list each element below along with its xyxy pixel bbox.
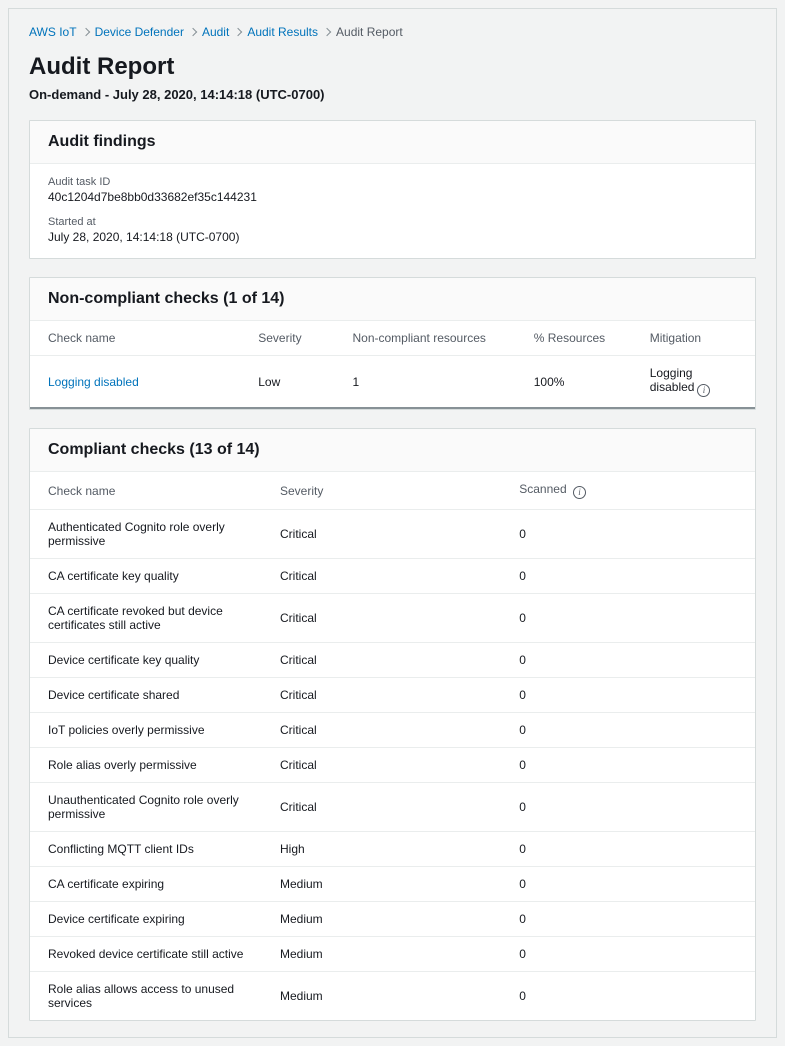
breadcrumb-link[interactable]: Audit [202, 25, 229, 39]
col-scanned-label: Scanned [519, 482, 566, 496]
severity-cell: Medium [262, 902, 501, 937]
severity-cell: Critical [262, 783, 501, 832]
severity-cell: Critical [262, 594, 501, 643]
check-name-link[interactable]: Logging disabled [48, 375, 139, 389]
table-row: Role alias overly permissiveCritical0 [30, 748, 755, 783]
scanned-cell: 0 [501, 783, 755, 832]
col-severity[interactable]: Severity [262, 472, 501, 510]
col-mitigation[interactable]: Mitigation [632, 321, 755, 356]
scanned-cell: 0 [501, 902, 755, 937]
table-row: Device certificate key qualityCritical0 [30, 643, 755, 678]
col-pct[interactable]: % Resources [516, 321, 632, 356]
info-icon[interactable]: i [573, 486, 586, 499]
page-root: AWS IoT Device Defender Audit Audit Results… [8, 8, 777, 1038]
severity-cell: Critical [262, 559, 501, 594]
chevron-right-icon [190, 25, 196, 39]
check-name-cell: CA certificate key quality [30, 559, 262, 594]
chevron-right-icon [324, 25, 330, 39]
breadcrumb-link[interactable]: Device Defender [95, 25, 184, 39]
severity-cell: Critical [262, 678, 501, 713]
check-name-cell: Revoked device certificate still active [30, 937, 262, 972]
table-row: IoT policies overly permissiveCritical0 [30, 713, 755, 748]
scanned-cell: 0 [501, 832, 755, 867]
check-name-cell: Role alias overly permissive [30, 748, 262, 783]
scanned-cell: 0 [501, 972, 755, 1021]
started-at-label: Started at [48, 216, 737, 228]
chevron-right-icon [235, 25, 241, 39]
mitigation-text: Logging disabled [650, 366, 695, 394]
audit-findings-card: Audit findings Audit task ID 40c1204d7be… [29, 120, 756, 259]
breadcrumb-link[interactable]: AWS IoT [29, 25, 77, 39]
table-row: Role alias allows access to unused servi… [30, 972, 755, 1021]
breadcrumb-current: Audit Report [336, 25, 403, 39]
scanned-cell: 0 [501, 713, 755, 748]
scanned-cell: 0 [501, 594, 755, 643]
noncompliant-table: Check name Severity Non-compliant resour… [30, 321, 755, 409]
compliant-heading: Compliant checks (13 of 14) [48, 441, 737, 459]
page-title: Audit Report [29, 53, 756, 81]
col-severity[interactable]: Severity [240, 321, 334, 356]
chevron-right-icon [83, 25, 89, 39]
table-row: Authenticated Cognito role overly permis… [30, 510, 755, 559]
check-name-cell: Role alias allows access to unused servi… [30, 972, 262, 1021]
started-at-value: July 28, 2020, 14:14:18 (UTC-0700) [48, 230, 737, 244]
task-id-field: Audit task ID 40c1204d7be8bb0d33682ef35c… [48, 176, 737, 204]
col-check-name[interactable]: Check name [30, 321, 240, 356]
table-row: CA certificate key qualityCritical0 [30, 559, 755, 594]
page-subtitle: On-demand - July 28, 2020, 14:14:18 (UTC… [29, 87, 756, 102]
severity-cell: Low [240, 356, 334, 409]
compliant-card: Compliant checks (13 of 14) Check name S… [29, 428, 756, 1021]
severity-cell: Medium [262, 972, 501, 1021]
check-name-cell: CA certificate revoked but device certif… [30, 594, 262, 643]
scanned-cell: 0 [501, 510, 755, 559]
col-resources[interactable]: Non-compliant resources [335, 321, 516, 356]
table-row: Logging disabled Low1100% Logging disabled… [30, 356, 755, 409]
table-row: Revoked device certificate still activeM… [30, 937, 755, 972]
severity-cell: Critical [262, 713, 501, 748]
check-name-cell: CA certificate expiring [30, 867, 262, 902]
severity-cell: Critical [262, 643, 501, 678]
check-name-cell: Unauthenticated Cognito role overly perm… [30, 783, 262, 832]
table-row: CA certificate expiringMedium0 [30, 867, 755, 902]
resources-cell: 1 [335, 356, 516, 409]
severity-cell: Medium [262, 867, 501, 902]
audit-findings-heading: Audit findings [48, 133, 737, 151]
breadcrumb-link[interactable]: Audit Results [247, 25, 318, 39]
scanned-cell: 0 [501, 867, 755, 902]
check-name-cell: Device certificate expiring [30, 902, 262, 937]
table-row: Unauthenticated Cognito role overly perm… [30, 783, 755, 832]
noncompliant-card: Non-compliant checks (1 of 14) Check nam… [29, 277, 756, 410]
table-row: CA certificate revoked but device certif… [30, 594, 755, 643]
scanned-cell: 0 [501, 643, 755, 678]
scanned-cell: 0 [501, 748, 755, 783]
severity-cell: Critical [262, 748, 501, 783]
scanned-cell: 0 [501, 678, 755, 713]
scanned-cell: 0 [501, 937, 755, 972]
check-name-cell: Device certificate shared [30, 678, 262, 713]
info-icon[interactable]: i [697, 384, 710, 397]
breadcrumb: AWS IoT Device Defender Audit Audit Results… [29, 25, 756, 39]
task-id-label: Audit task ID [48, 176, 737, 188]
table-row: Conflicting MQTT client IDsHigh0 [30, 832, 755, 867]
check-name-cell: Authenticated Cognito role overly permis… [30, 510, 262, 559]
col-scanned[interactable]: Scanned i [501, 472, 755, 510]
table-row: Device certificate expiringMedium0 [30, 902, 755, 937]
task-id-value: 40c1204d7be8bb0d33682ef35c144231 [48, 190, 737, 204]
compliant-table: Check name Severity Scanned i Authentica… [30, 472, 755, 1020]
table-row: Device certificate sharedCritical0 [30, 678, 755, 713]
check-name-cell: Device certificate key quality [30, 643, 262, 678]
pct-cell: 100% [516, 356, 632, 409]
check-name-cell: Conflicting MQTT client IDs [30, 832, 262, 867]
scanned-cell: 0 [501, 559, 755, 594]
severity-cell: Critical [262, 510, 501, 559]
severity-cell: High [262, 832, 501, 867]
noncompliant-heading: Non-compliant checks (1 of 14) [48, 290, 737, 308]
col-check-name[interactable]: Check name [30, 472, 262, 510]
check-name-cell: IoT policies overly permissive [30, 713, 262, 748]
started-at-field: Started at July 28, 2020, 14:14:18 (UTC-… [48, 216, 737, 244]
severity-cell: Medium [262, 937, 501, 972]
